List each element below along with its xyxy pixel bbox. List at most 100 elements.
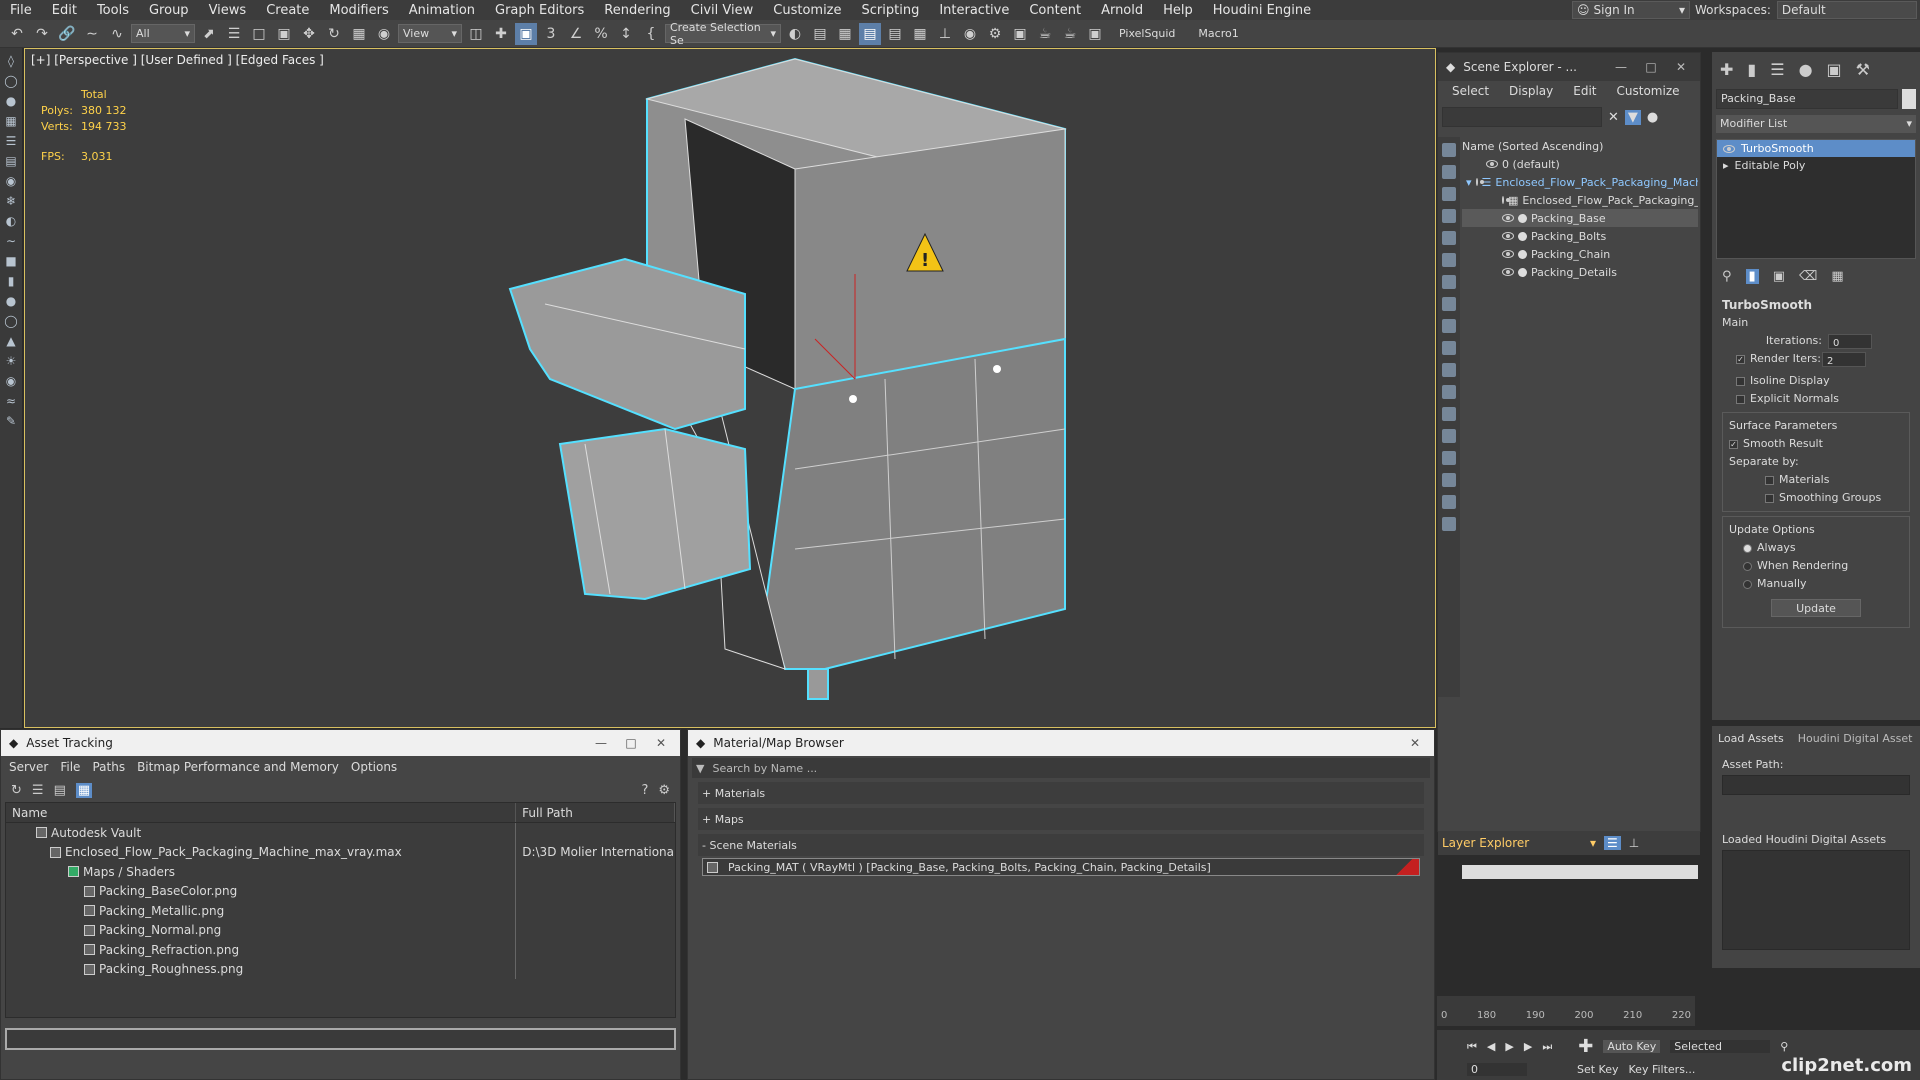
- col-full-path[interactable]: Full Path: [516, 803, 675, 822]
- render-iters-spinner[interactable]: 2: [1822, 351, 1866, 367]
- cone-icon[interactable]: ▲: [4, 334, 18, 348]
- select-manipulate-icon[interactable]: ✚: [490, 23, 512, 45]
- selection-filter-dropdown[interactable]: All ▾: [131, 24, 195, 43]
- hierarchy-icon[interactable]: ⊥: [1629, 836, 1639, 850]
- render-iters-checkbox[interactable]: ✓: [1736, 354, 1745, 364]
- schematic-view-icon[interactable]: ⊥: [934, 23, 956, 45]
- unlink-icon[interactable]: ∼: [81, 23, 103, 45]
- list-view-icon[interactable]: ☰: [32, 783, 44, 798]
- scene-search-input[interactable]: [1442, 107, 1602, 127]
- render-iterative-icon[interactable]: ☕: [1059, 23, 1081, 45]
- visibility-eye-icon[interactable]: [1475, 178, 1484, 186]
- material-editor-icon[interactable]: ◉: [959, 23, 981, 45]
- display-geometry-icon[interactable]: [1442, 143, 1456, 157]
- visibility-eye-icon[interactable]: [1502, 250, 1514, 258]
- display-shapes-icon[interactable]: [1442, 165, 1456, 179]
- menu-item[interactable]: Views: [199, 3, 257, 18]
- auto-key-button[interactable]: Auto Key: [1603, 1040, 1661, 1053]
- se-menu-select[interactable]: Select: [1442, 84, 1499, 98]
- torus-icon[interactable]: ◯: [4, 314, 18, 328]
- play-icon[interactable]: ▶: [1505, 1040, 1513, 1053]
- isoline-checkbox[interactable]: [1736, 376, 1745, 386]
- help-icon[interactable]: ?: [641, 783, 648, 798]
- table-row[interactable]: Packing_Roughness.png: [6, 959, 675, 979]
- rotate-icon[interactable]: ↻: [323, 23, 345, 45]
- menu-item[interactable]: Modifiers: [319, 3, 398, 18]
- table-view-icon[interactable]: ▦: [75, 782, 93, 798]
- at-menu-options[interactable]: Options: [345, 760, 403, 774]
- col-name[interactable]: Name: [6, 803, 517, 822]
- menu-item[interactable]: Rendering: [594, 3, 680, 18]
- curve-editor-icon[interactable]: ▦: [909, 23, 931, 45]
- table-row[interactable]: Enclosed_Flow_Pack_Packaging_Machine_max…: [6, 842, 675, 862]
- toggle-ribbon-icon[interactable]: ▤: [884, 23, 906, 45]
- iterations-spinner[interactable]: 0: [1828, 333, 1872, 349]
- layer-explorer-dropdown[interactable]: Layer Explorer: [1442, 836, 1582, 850]
- viewport-perspective[interactable]: [+] [Perspective ] [User Defined ] [Edge…: [24, 48, 1436, 728]
- table-row[interactable]: Packing_Normal.png: [6, 920, 675, 940]
- light-icon[interactable]: ☀: [4, 354, 18, 368]
- options-arrow-icon[interactable]: ▼: [696, 762, 704, 775]
- table-row[interactable]: Maps / Shaders: [6, 862, 675, 882]
- horizontal-scrollbar[interactable]: [1462, 865, 1698, 879]
- paint-select-icon[interactable]: ●: [4, 94, 18, 108]
- visibility-eye-icon[interactable]: [1502, 268, 1514, 276]
- always-radio[interactable]: [1743, 543, 1752, 553]
- display-tab-icon[interactable]: ▣: [1827, 60, 1842, 79]
- workspace-dropdown[interactable]: Default: [1776, 1, 1917, 19]
- window-crossing-icon[interactable]: ▣: [273, 23, 295, 45]
- table-row[interactable]: Packing_Metallic.png: [6, 901, 675, 921]
- menu-item[interactable]: Civil View: [681, 3, 764, 18]
- expand-icon[interactable]: ▾: [1466, 176, 1472, 189]
- motion-tab-icon[interactable]: ●: [1799, 60, 1813, 79]
- material-search-input[interactable]: Search by Name ...: [712, 762, 817, 775]
- render-production-icon[interactable]: ☕: [1034, 23, 1056, 45]
- edit-named-selection-icon[interactable]: {: [640, 23, 662, 45]
- smoothing-groups-checkbox[interactable]: [1765, 493, 1774, 503]
- visibility-eye-icon[interactable]: [1502, 196, 1510, 204]
- scene-icon[interactable]: ▦: [4, 114, 18, 128]
- mirror-icon[interactable]: ◐: [784, 23, 806, 45]
- move-icon[interactable]: ✥: [298, 23, 320, 45]
- minimize-icon[interactable]: —: [590, 736, 612, 750]
- lasso-icon[interactable]: ◯: [4, 74, 18, 88]
- menu-item[interactable]: Graph Editors: [485, 3, 594, 18]
- stack-item-editable-poly[interactable]: ▸ Editable Poly: [1717, 157, 1915, 174]
- material-item[interactable]: Packing_MAT ( VRayMtl ) [Packing_Base, P…: [702, 858, 1420, 876]
- snaps-toggle-icon[interactable]: 3: [540, 23, 562, 45]
- freeze-icon[interactable]: ❄: [4, 194, 18, 208]
- redo-icon[interactable]: ↷: [31, 23, 53, 45]
- display-xrefs-icon[interactable]: [1442, 297, 1456, 311]
- menu-item[interactable]: Help: [1153, 3, 1203, 18]
- hide-icon[interactable]: ◐: [4, 214, 18, 228]
- expand-icon[interactable]: ▸: [1723, 159, 1729, 172]
- modifier-list-dropdown[interactable]: Modifier List ▾: [1716, 115, 1916, 133]
- tree-row[interactable]: Packing_Bolts: [1462, 227, 1698, 245]
- se-menu-display[interactable]: Display: [1499, 84, 1563, 98]
- visibility-eye-icon[interactable]: [1486, 160, 1498, 168]
- select-by-name-icon[interactable]: ☰: [223, 23, 245, 45]
- close-icon[interactable]: ✕: [650, 736, 672, 750]
- visibility-eye-icon[interactable]: [1502, 214, 1514, 222]
- modify-tab-icon[interactable]: ▮: [1747, 60, 1756, 79]
- menu-item[interactable]: Customize: [763, 3, 851, 18]
- filter-funnel-icon[interactable]: [1442, 473, 1456, 487]
- explicit-normals-checkbox[interactable]: [1736, 394, 1745, 404]
- cylinder-icon[interactable]: ▮: [4, 274, 18, 288]
- display-spacewarps-icon[interactable]: [1442, 253, 1456, 267]
- angle-snap-icon[interactable]: ∠: [565, 23, 587, 45]
- pixelsquid-button[interactable]: PixelSquid: [1109, 27, 1185, 40]
- visibility-eye-icon[interactable]: [1723, 144, 1735, 153]
- menu-item[interactable]: Arnold: [1091, 3, 1153, 18]
- zoom-icon[interactable]: ⚲: [1780, 1040, 1788, 1053]
- align-icon[interactable]: ▤: [809, 23, 831, 45]
- ref-coord-dropdown[interactable]: View ▾: [398, 24, 462, 43]
- show-end-result-icon[interactable]: ▮: [1745, 269, 1759, 284]
- link-icon[interactable]: 🔗: [56, 23, 78, 45]
- maximize-icon[interactable]: □: [620, 736, 642, 750]
- manually-radio[interactable]: [1743, 579, 1752, 589]
- hierarchy-tab-icon[interactable]: ☰: [1770, 60, 1784, 79]
- geosphere-icon[interactable]: ◉: [4, 374, 18, 388]
- bind-spacewarp-icon[interactable]: ∿: [106, 23, 128, 45]
- tree-row[interactable]: 0 (default): [1462, 155, 1698, 173]
